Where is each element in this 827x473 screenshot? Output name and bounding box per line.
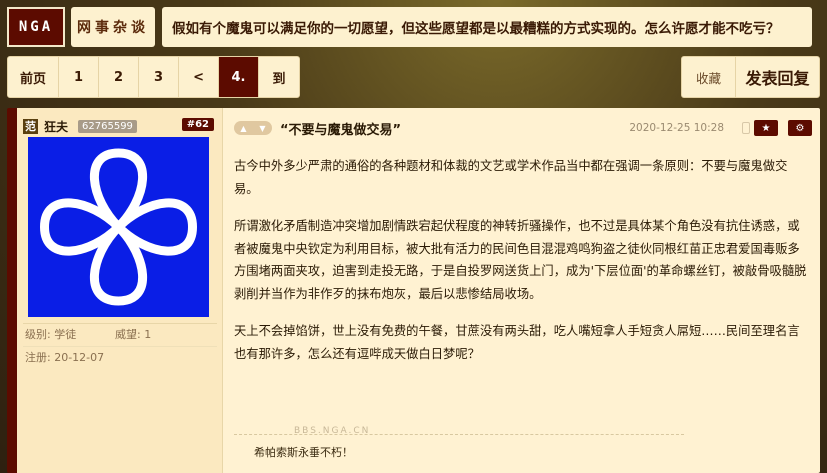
topic-title: 假如有个魔鬼可以满足你的一切愿望，但这些愿望都是以最糟糕的方式实现的。怎么许愿才… xyxy=(162,7,812,47)
user-panel: 范 狂夫 62765599 #62 级别: 学徒 威望: 1 注册: 20-12… xyxy=(17,108,223,473)
thread-actions: 收藏 发表回复 xyxy=(681,56,820,98)
post: 范 狂夫 62765599 #62 级别: 学徒 威望: 1 注册: 20-12… xyxy=(7,108,820,473)
thumbs-down-icon[interactable]: ▼ xyxy=(259,124,265,133)
user-info: 级别: 学徒 威望: 1 注册: 20-12-07 xyxy=(23,323,217,369)
registered-label: 注册: xyxy=(25,351,51,364)
page-back-button[interactable]: < xyxy=(179,57,220,97)
post-paragraph: 古今中外多少严肃的通俗的各种题材和体裁的文艺或学术作品当中都在强调一条原则：不要… xyxy=(234,159,788,196)
gear-icon[interactable]: ⚙ xyxy=(788,120,812,136)
four-petal-loop-avatar-icon xyxy=(39,148,198,306)
page-prev-button[interactable]: 前页 xyxy=(8,57,60,97)
post-subject: “不要与魔鬼做交易” xyxy=(280,122,402,138)
username[interactable]: 狂夫 xyxy=(44,118,68,135)
signature-divider xyxy=(234,434,684,435)
page-1-button[interactable]: 1 xyxy=(59,57,100,97)
fan-badge: 范 xyxy=(23,119,38,134)
reply-button[interactable]: 发表回复 xyxy=(736,57,819,97)
nga-logo[interactable]: NGA xyxy=(7,7,65,47)
level-label: 级别: xyxy=(25,328,51,341)
pagination: 前页 1 2 3 < 4. 到 xyxy=(7,56,301,98)
mobile-phone-icon xyxy=(742,122,750,134)
post-date: 2020-12-25 10:28 xyxy=(629,122,724,134)
forum-tab[interactable]: 网事杂谈 xyxy=(71,7,155,47)
page-goto-button[interactable]: 到 xyxy=(259,57,299,97)
post-content: ▲ ▼ “不要与魔鬼做交易” 2020-12-25 10:28 ★ ⚙ 古今中外… xyxy=(224,108,820,473)
floor-number[interactable]: #62 xyxy=(181,118,214,131)
vote-buttons[interactable]: ▲ ▼ xyxy=(234,121,272,135)
page-2-button[interactable]: 2 xyxy=(99,57,140,97)
post-header: ▲ ▼ “不要与魔鬼做交易” 2020-12-25 10:28 ★ ⚙ xyxy=(234,119,812,138)
prestige-label: 威望: xyxy=(115,328,141,341)
signature: 希帕索斯永垂不朽！ xyxy=(254,446,353,459)
page-3-button[interactable]: 3 xyxy=(139,57,180,97)
thumbs-up-icon[interactable]: ▲ xyxy=(240,124,246,133)
user-registered: 20-12-07 xyxy=(54,351,105,364)
post-body: 古今中外多少严肃的通俗的各种题材和体裁的文艺或学术作品当中都在强调一条原则：不要… xyxy=(234,155,810,380)
user-prestige: 1 xyxy=(144,328,152,341)
avatar xyxy=(28,137,209,317)
user-id-badge[interactable]: 62765599 xyxy=(78,120,137,133)
favorite-button[interactable]: 收藏 xyxy=(682,57,736,97)
post-paragraph: 所谓激化矛盾制造冲突增加剧情跌宕起伏程度的神转折骚操作，也不过是具体某个角色没有… xyxy=(234,219,807,301)
username-row: 范 狂夫 62765599 xyxy=(23,118,137,135)
user-level: 学徒 xyxy=(54,328,77,341)
post-paragraph: 天上不会掉馅饼，世上没有免费的午餐，甘蔗没有两头甜，吃人嘴短拿人手短贪人屌短……… xyxy=(234,324,800,361)
page-4-current[interactable]: 4. xyxy=(219,57,260,97)
star-icon[interactable]: ★ xyxy=(754,120,778,136)
